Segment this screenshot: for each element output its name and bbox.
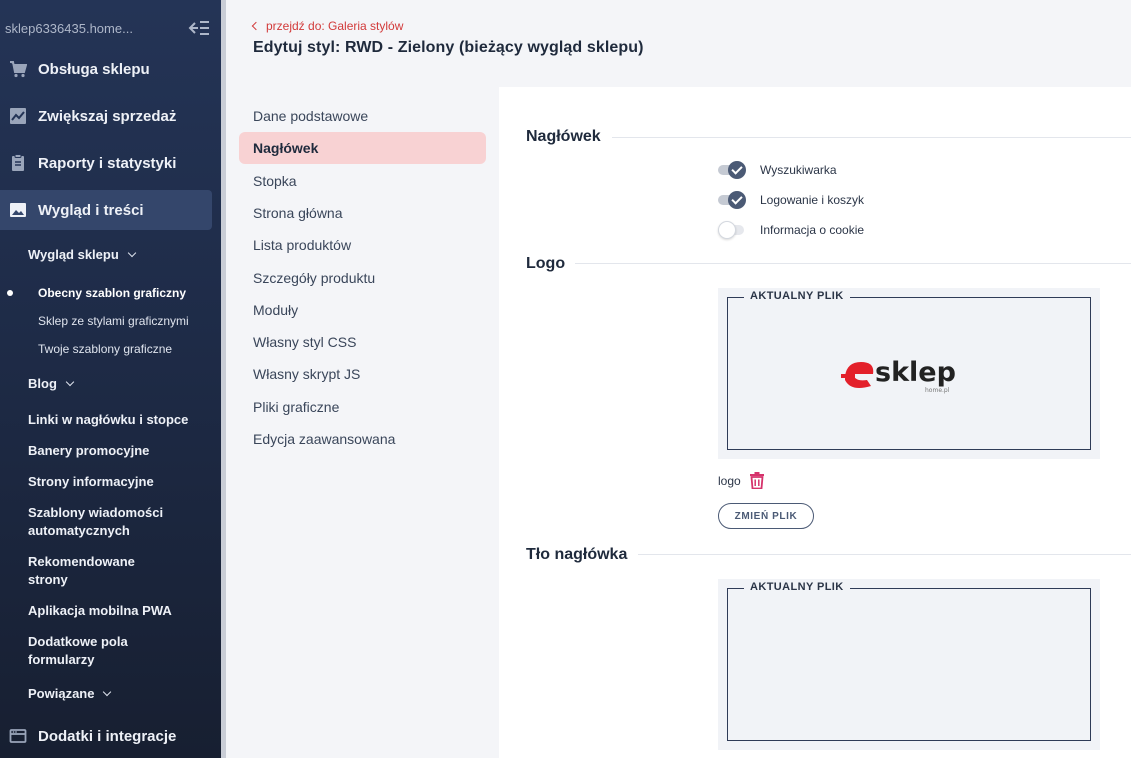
image-icon <box>9 201 27 219</box>
tab-footer[interactable]: Stopka <box>239 165 486 197</box>
sidebar-sub-banners[interactable]: Banery promocyjne <box>28 442 149 460</box>
logo-file-name: logo <box>718 474 741 488</box>
sidebar-sub-label: Dodatkowe pola <box>28 634 128 649</box>
sidebar-item-reports[interactable]: Raporty i statystyki <box>0 143 212 183</box>
sidebar-item-label: Dodatki i integracje <box>38 727 177 745</box>
page-title: Edytuj styl: RWD - Zielony (bieżący wygl… <box>253 39 644 56</box>
chevron-down-icon <box>65 377 75 387</box>
tab-product-list[interactable]: Lista produktów <box>239 229 486 261</box>
sidebar-item-addons[interactable]: Dodatki i integracje <box>0 716 212 756</box>
sidebar-sub-current-template[interactable]: Obecny szablon graficzny <box>38 284 186 302</box>
sidebar-header: sklep6336435.home... <box>0 0 226 56</box>
toggle-row-search[interactable]: Wyszukiwarka <box>718 161 837 179</box>
toggle-label: Informacja o cookie <box>760 223 865 237</box>
sidebar-sub-related[interactable]: Powiązane <box>28 685 112 703</box>
section-title-header-background: Tło nagłówka <box>526 546 628 563</box>
sidebar-sub-label: Powiązane <box>28 686 95 701</box>
section-title-logo: Logo <box>526 255 566 272</box>
tab-home-page[interactable]: Strona główna <box>239 197 486 229</box>
current-item-dot-icon <box>7 290 13 296</box>
cart-icon <box>9 60 28 78</box>
sidebar-sub-recommended-pages[interactable]: Rekomendowane strony <box>28 553 135 589</box>
search-toggle[interactable] <box>718 161 746 179</box>
sidebar-item-label: Wygląd i treści <box>38 201 144 219</box>
sidebar-sub-blog[interactable]: Blog <box>28 375 75 393</box>
sidebar-sub-label: Rekomendowane <box>28 554 135 569</box>
sidebar-sub-message-templates[interactable]: Szablony wiadomości automatycznych <box>28 504 163 540</box>
trash-icon[interactable] <box>749 472 765 490</box>
sidebar-sub-label: automatycznych <box>28 523 130 538</box>
toggle-row-login-cart[interactable]: Logowanie i koszyk <box>718 191 864 209</box>
sidebar-sub-label: Blog <box>28 376 57 391</box>
logo-subtext: home.pl <box>925 387 950 394</box>
toggle-label: Wyszukiwarka <box>760 163 837 177</box>
logo-wordmark: sklep <box>875 357 956 388</box>
sidebar-sub-info-pages[interactable]: Strony informacyjne <box>28 473 154 491</box>
sidebar-item-appearance[interactable]: Wygląd i treści <box>0 190 212 230</box>
current-file-label: AKTUALNY PLIK <box>744 579 850 595</box>
change-file-button[interactable]: ZMIEŃ PLIK <box>718 503 814 529</box>
sidebar-sub-shop-appearance[interactable]: Wygląd sklepu <box>28 246 137 264</box>
sidebar-sub-label: Szablony wiadomości <box>28 505 164 520</box>
toggle-row-cookie-info[interactable]: Informacja o cookie <box>718 221 864 239</box>
sidebar-sub-label: formularzy <box>28 652 95 667</box>
collapse-sidebar-icon[interactable] <box>188 20 209 36</box>
header-bg-file-box: AKTUALNY PLIK <box>718 579 1100 750</box>
sidebar-sub-label: strony <box>28 572 68 587</box>
chevron-down-icon <box>127 248 137 258</box>
sidebar-sub-style-shop[interactable]: Sklep ze stylami graficznymi <box>38 312 189 330</box>
clipboard-icon <box>9 154 27 172</box>
tab-custom-css[interactable]: Własny styl CSS <box>239 326 486 358</box>
sidebar: sklep6336435.home... Obsługa sklepu Zwię… <box>0 0 226 758</box>
trend-chart-icon <box>9 107 27 125</box>
back-link-label: przejdź do: Galeria stylów <box>266 19 404 33</box>
tab-modules[interactable]: Moduły <box>239 294 486 326</box>
sidebar-scrollbar[interactable] <box>221 0 226 758</box>
sidebar-sub-links[interactable]: Linki w nagłówku i stopce <box>28 411 188 429</box>
section-divider <box>638 554 1131 555</box>
header-bg-file-frame <box>727 588 1091 741</box>
back-to-style-gallery-link[interactable]: przejdź do: Galeria stylów <box>251 19 404 33</box>
sidebar-sub-label: Wygląd sklepu <box>28 247 119 262</box>
sidebar-sub-form-fields[interactable]: Dodatkowe pola formularzy <box>28 633 128 669</box>
login-cart-toggle[interactable] <box>718 191 746 209</box>
sidebar-item-increase-sales[interactable]: Zwiększaj sprzedaż <box>0 96 212 136</box>
logo-file-box: AKTUALNY PLIK sklep home.pl <box>718 288 1100 459</box>
section-divider <box>612 137 1131 138</box>
tab-basic-data[interactable]: Dane podstawowe <box>239 100 486 132</box>
sidebar-sub-pwa[interactable]: Aplikacja mobilna PWA <box>28 602 172 620</box>
sidebar-sub-your-templates[interactable]: Twoje szablony graficzne <box>38 340 172 358</box>
chevron-down-icon <box>103 687 112 697</box>
cookie-info-toggle[interactable] <box>718 221 746 239</box>
toggle-label: Logowanie i koszyk <box>760 193 865 207</box>
sidebar-item-shop-service[interactable]: Obsługa sklepu <box>0 49 212 89</box>
tab-graphic-files[interactable]: Pliki graficzne <box>239 391 486 423</box>
current-file-label: AKTUALNY PLIK <box>744 288 850 304</box>
sidebar-item-label: Obsługa sklepu <box>38 60 150 78</box>
tab-advanced-edit[interactable]: Edycja zaawansowana <box>239 423 486 455</box>
tab-header[interactable]: Nagłówek <box>239 132 486 164</box>
tab-custom-js[interactable]: Własny skrypt JS <box>239 358 486 390</box>
sidebar-item-label: Raporty i statystyki <box>38 154 177 172</box>
chevron-left-icon <box>251 21 261 31</box>
shop-logo-image: sklep home.pl <box>841 350 981 396</box>
sidebar-item-label: Zwiększaj sprzedaż <box>38 107 177 125</box>
section-title-header: Nagłówek <box>526 128 601 145</box>
tab-product-details[interactable]: Szczegóły produktu <box>239 262 486 294</box>
shop-name[interactable]: sklep6336435.home... <box>5 21 133 36</box>
window-icon <box>9 727 27 745</box>
section-divider <box>575 263 1131 264</box>
